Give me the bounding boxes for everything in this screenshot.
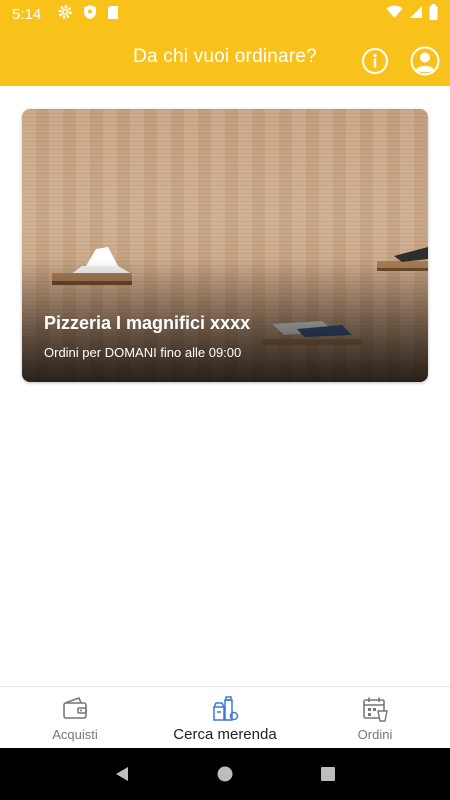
image-gradient-overlay xyxy=(22,109,428,382)
page-title: Da chi vuoi ordinare? xyxy=(133,46,317,67)
nav-label-acquisti: Acquisti xyxy=(52,727,98,742)
battery-icon xyxy=(429,4,438,24)
recents-icon[interactable] xyxy=(316,762,340,786)
nav-item-cerca-merenda[interactable]: Cerca merenda xyxy=(150,687,300,748)
vendor-name: Pizzeria I magnifici xxxx xyxy=(44,313,251,333)
vendor-card[interactable]: Pizzeria I magnifici xxxx Ordini per DOM… xyxy=(22,109,428,382)
bottom-nav: Acquisti Cerca merenda Ordini xyxy=(0,686,450,748)
snacks-icon xyxy=(211,695,239,723)
sd-card-icon xyxy=(107,5,119,24)
wifi-icon xyxy=(386,5,403,23)
shield-icon xyxy=(83,4,97,24)
nav-item-acquisti[interactable]: Acquisti xyxy=(0,687,150,748)
nav-label-cerca-merenda: Cerca merenda xyxy=(173,726,277,743)
account-icon[interactable] xyxy=(410,46,440,76)
back-icon[interactable] xyxy=(110,762,134,786)
status-bar: 5:14 xyxy=(0,0,450,28)
vendor-order-info: Ordini per DOMANI fino alle 09:00 xyxy=(44,345,242,360)
app-bar: Da chi vuoi ordinare? xyxy=(0,28,450,86)
calendar-orders-icon xyxy=(361,695,389,723)
nav-label-ordini: Ordini xyxy=(357,727,393,742)
system-nav-bar xyxy=(0,748,450,800)
wallet-icon xyxy=(61,695,89,723)
signal-icon xyxy=(409,5,423,23)
info-icon[interactable] xyxy=(361,47,389,75)
nav-item-ordini[interactable]: Ordini xyxy=(300,687,450,748)
status-right xyxy=(386,4,438,24)
home-icon[interactable] xyxy=(213,762,237,786)
status-left: 5:14 xyxy=(12,4,119,24)
settings-icon xyxy=(57,4,73,24)
status-time: 5:14 xyxy=(12,5,42,23)
